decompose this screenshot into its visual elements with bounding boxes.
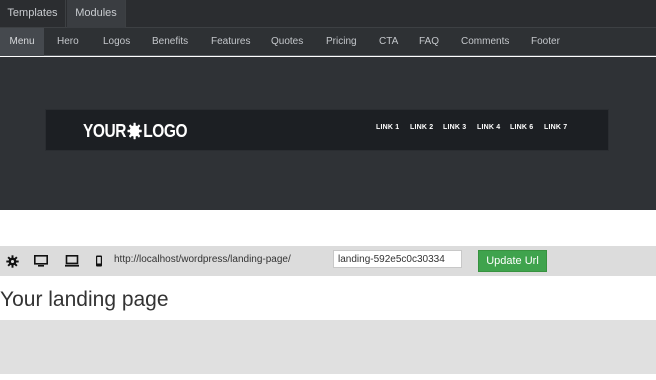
tab-modules[interactable]: Modules: [67, 0, 126, 28]
landing-page-canvas: [0, 320, 656, 374]
spacer: [0, 210, 656, 246]
laptop-icon[interactable]: [65, 255, 79, 267]
slug-input[interactable]: [333, 250, 462, 268]
nav-link[interactable]: LINK 2: [410, 124, 433, 131]
logo-text-right: LOGO: [143, 120, 188, 141]
tab-pricing[interactable]: Pricing: [326, 28, 357, 56]
nav-link[interactable]: LINK 7: [544, 124, 567, 131]
logo-text-left: YOUR: [83, 120, 127, 141]
tab-benefits[interactable]: Benefits: [152, 28, 188, 56]
bottom-edge: [0, 374, 656, 380]
top-tab-bar: Templates Modules: [0, 0, 656, 28]
tab-hero[interactable]: Hero: [57, 28, 79, 56]
nav-link[interactable]: LINK 1: [376, 124, 399, 131]
base-url: http://localhost/wordpress/landing-page/: [114, 254, 291, 265]
logo: YOUR LOGO: [83, 118, 188, 144]
desktop-icon[interactable]: [34, 255, 48, 267]
url-toolbar: http://localhost/wordpress/landing-page/…: [0, 246, 656, 276]
tab-features[interactable]: Features: [211, 28, 250, 56]
module-tab-bar: Menu Hero Logos Benefits Features Quotes…: [0, 28, 656, 56]
tab-menu[interactable]: Menu: [0, 28, 44, 56]
tab-footer[interactable]: Footer: [531, 28, 560, 56]
tab-templates[interactable]: Templates: [0, 0, 66, 28]
tab-faq[interactable]: FAQ: [419, 28, 439, 56]
nav-link[interactable]: LINK 6: [510, 124, 533, 131]
tab-cta[interactable]: CTA: [379, 28, 398, 56]
tab-logos[interactable]: Logos: [103, 28, 130, 56]
menu-module-preview[interactable]: YOUR LOGO LINK 1 LINK 2 LINK 3 LINK 4 LI…: [45, 109, 609, 151]
update-url-button[interactable]: Update Url: [478, 250, 547, 272]
mobile-icon[interactable]: [95, 255, 103, 267]
gear-icon[interactable]: [6, 255, 19, 268]
nav-link[interactable]: LINK 4: [477, 124, 500, 131]
tab-comments[interactable]: Comments: [461, 28, 509, 56]
tab-quotes[interactable]: Quotes: [271, 28, 303, 56]
module-preview: YOUR LOGO LINK 1 LINK 2 LINK 3 LINK 4 LI…: [0, 57, 656, 210]
page-title: Your landing page: [0, 288, 169, 311]
logo-gear-icon: [127, 122, 142, 140]
nav-link[interactable]: LINK 3: [443, 124, 466, 131]
